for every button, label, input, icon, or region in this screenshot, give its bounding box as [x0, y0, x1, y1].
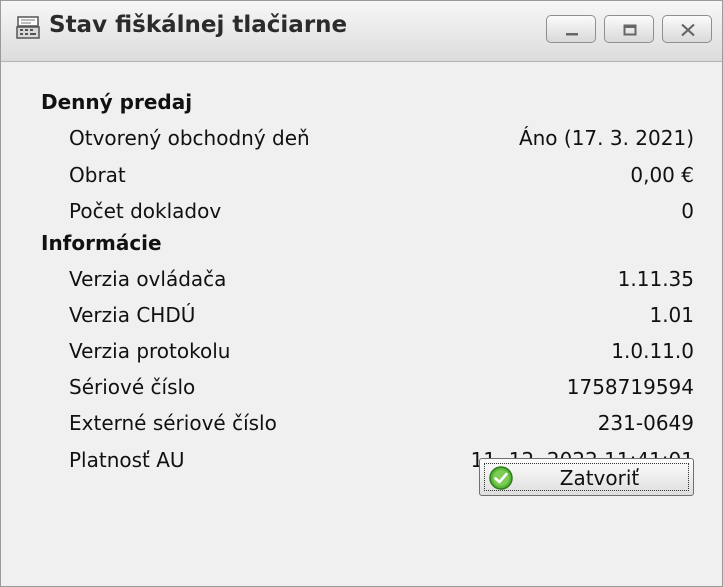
info-row-driver-version: Verzia ovládača 1.11.35 — [1, 267, 722, 301]
row-value: 231-0649 — [597, 411, 694, 435]
row-value: Áno (17. 3. 2021) — [518, 126, 694, 150]
row-label: Externé sériové číslo — [69, 411, 277, 435]
info-row-serial-number: Sériové číslo 1758719594 — [1, 375, 722, 409]
row-label: Platnosť AU — [69, 448, 185, 472]
maximize-icon — [623, 24, 637, 36]
row-label: Otvorený obchodný deň — [69, 126, 310, 150]
info-row-document-count: Počet dokladov 0 — [1, 199, 722, 233]
dialog-content: Denný predaj Otvorený obchodný deň Áno (… — [1, 62, 722, 586]
close-icon — [681, 23, 695, 37]
info-row-open-day: Otvorený obchodný deň Áno (17. 3. 2021) — [1, 126, 722, 160]
cash-register-icon — [15, 15, 41, 41]
info-row-protocol-version: Verzia protokolu 1.0.11.0 — [1, 339, 722, 373]
row-label: Obrat — [69, 163, 126, 187]
dialog-window: Stav fiškálnej tlačiarne Denný predaj Ot… — [0, 0, 723, 587]
row-value: 1758719594 — [566, 375, 694, 399]
row-label: Verzia protokolu — [69, 339, 231, 363]
close-window-button[interactable] — [662, 15, 712, 43]
row-value: 0,00 € — [630, 163, 694, 187]
title-bar[interactable]: Stav fiškálnej tlačiarne — [1, 1, 722, 62]
minimize-button[interactable] — [546, 15, 596, 43]
row-value: 1.01 — [649, 303, 694, 327]
row-value: 0 — [681, 199, 694, 223]
section-title-informacie: Informácie — [41, 231, 162, 255]
row-label: Počet dokladov — [69, 199, 222, 223]
close-button-label: Zatvoriť — [559, 466, 640, 490]
minimize-icon — [566, 33, 578, 36]
info-row-turnover: Obrat 0,00 € — [1, 163, 722, 197]
row-value: 1.0.11.0 — [611, 339, 694, 363]
section-title-denny-predaj: Denný predaj — [41, 90, 193, 114]
row-label: Verzia ovládača — [69, 267, 227, 291]
info-row-external-serial: Externé sériové číslo 231-0649 — [1, 411, 722, 445]
info-row-chdu-version: Verzia CHDÚ 1.01 — [1, 303, 722, 337]
close-button[interactable]: Zatvoriť — [479, 458, 694, 496]
window-title: Stav fiškálnej tlačiarne — [49, 12, 348, 38]
row-value: 1.11.35 — [617, 267, 694, 291]
row-label: Verzia CHDÚ — [69, 303, 196, 327]
row-label: Sériové číslo — [69, 375, 196, 399]
maximize-button[interactable] — [604, 15, 654, 43]
